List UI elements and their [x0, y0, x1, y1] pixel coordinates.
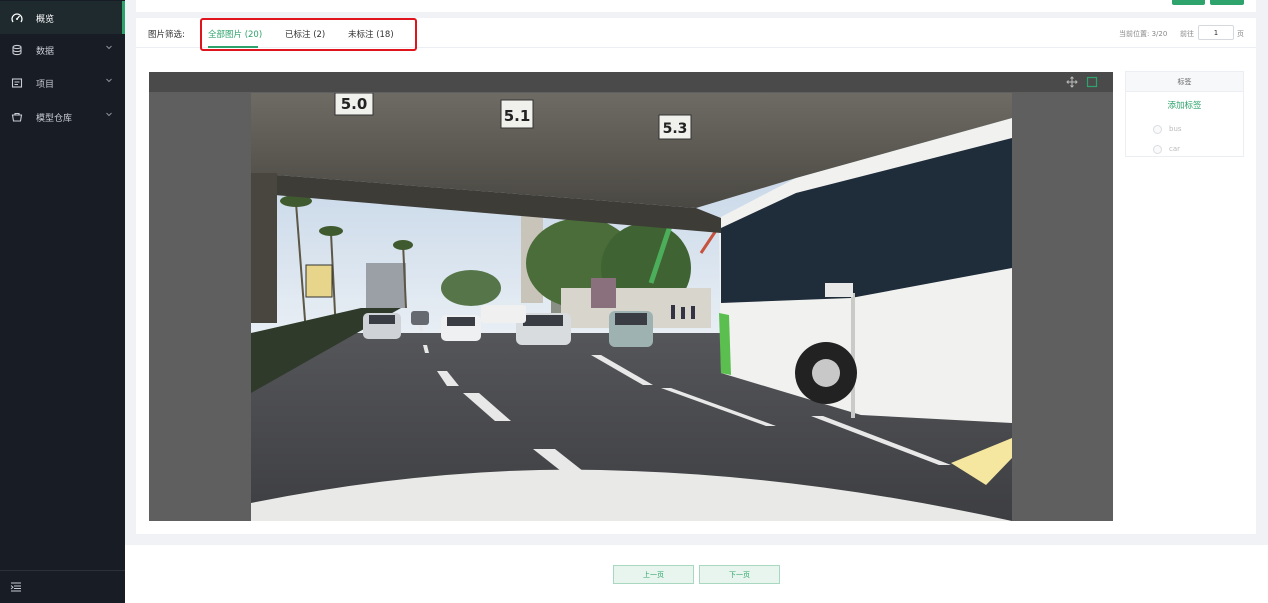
sidebar-item-label: 模型仓库	[36, 114, 73, 124]
label-option-bus[interactable]: bus	[1153, 124, 1182, 134]
model-repo-icon	[11, 112, 23, 122]
project-icon	[11, 78, 23, 88]
add-label-button[interactable]: 添加标签	[1126, 99, 1243, 111]
menu-collapse-icon[interactable]	[10, 582, 22, 592]
radio-button[interactable]	[1153, 144, 1162, 154]
filter-label: 图片筛选:	[148, 30, 185, 40]
sign-text: 5.0	[341, 95, 368, 113]
app-root: 概览 数据 项目 模型仓库 图片筛选: 全部图片 (20) 已标注 (2) 未标…	[0, 0, 1268, 603]
label-option-text: car	[1169, 145, 1181, 153]
sidebar-item-label: 概览	[36, 15, 55, 25]
goto-page-input[interactable]	[1198, 25, 1234, 40]
sidebar-item-data[interactable]: 数据	[0, 33, 125, 66]
top-card-strip	[136, 0, 1256, 12]
next-page-button[interactable]: 下一页	[699, 565, 780, 584]
database-icon	[12, 44, 22, 56]
prev-page-button[interactable]: 上一页	[613, 565, 694, 584]
label-option-text: bus	[1169, 125, 1182, 133]
sidebar-item-model-repo[interactable]: 模型仓库	[0, 100, 125, 133]
sidebar-divider	[0, 570, 125, 571]
current-position: 当前位置: 3/20	[1119, 30, 1168, 38]
top-action-button[interactable]	[1210, 0, 1244, 5]
top-action-button[interactable]	[1172, 0, 1205, 5]
tab-annotated[interactable]: 已标注 (2)	[285, 28, 325, 40]
chevron-down-icon	[106, 112, 112, 117]
sidebar-item-label: 数据	[36, 47, 55, 57]
rectangle-select-icon[interactable]	[1086, 76, 1098, 88]
label-panel: 标签 添加标签 bus car	[1125, 71, 1244, 157]
sidebar-item-label: 项目	[36, 80, 55, 90]
bottom-nav-area	[125, 545, 1268, 603]
sidebar-item-project[interactable]: 项目	[0, 66, 125, 99]
tab-unannotated[interactable]: 未标注 (18)	[348, 28, 394, 40]
page-suffix: 页	[1237, 30, 1244, 38]
road-scene-image: 5.0 5.1 5.3	[251, 93, 1012, 521]
label-option-car[interactable]: car	[1153, 144, 1180, 154]
sign-text: 5.3	[663, 121, 688, 137]
goto-label: 前往	[1180, 30, 1194, 38]
viewer-toolbar	[149, 72, 1113, 92]
label-panel-title: 标签	[1126, 72, 1243, 92]
sidebar: 概览 数据 项目 模型仓库	[0, 0, 125, 603]
chevron-down-icon	[106, 45, 112, 50]
sign-text: 5.1	[504, 107, 531, 125]
image-annotation-card: 图片筛选: 全部图片 (20) 已标注 (2) 未标注 (18) 当前位置: 3…	[136, 18, 1256, 534]
sidebar-item-overview[interactable]: 概览	[0, 1, 125, 34]
filter-bar: 图片筛选: 全部图片 (20) 已标注 (2) 未标注 (18) 当前位置: 3…	[136, 18, 1256, 51]
dashboard-icon	[11, 13, 23, 23]
active-tab-indicator	[208, 46, 258, 48]
image-viewer[interactable]: 5.0 5.1 5.3	[149, 72, 1113, 521]
radio-button[interactable]	[1153, 124, 1162, 134]
tab-all-images[interactable]: 全部图片 (20)	[208, 28, 262, 40]
move-icon[interactable]	[1066, 76, 1078, 88]
chevron-down-icon	[106, 78, 112, 83]
